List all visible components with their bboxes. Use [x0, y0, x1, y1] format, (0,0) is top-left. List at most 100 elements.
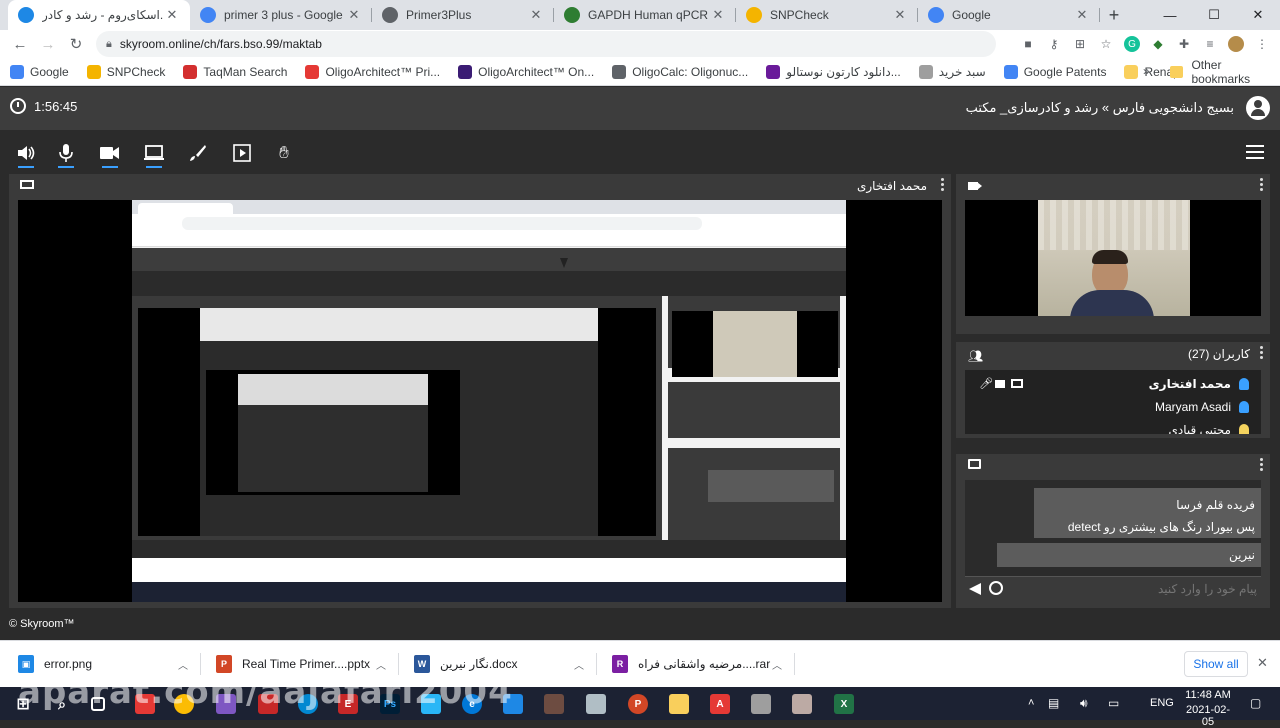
send-icon[interactable] [969, 583, 981, 595]
bookmark-item[interactable]: OligoCalc: Oligonuc... [612, 64, 748, 79]
powerpoint-taskbar-icon[interactable]: P [628, 694, 648, 714]
users-panel: 👥︎ کاربران (27) محمد افتخاری 🎤︎ Maryam Asa… [956, 342, 1270, 438]
network-icon[interactable]: ▤ [1048, 696, 1059, 710]
account-icon[interactable] [1246, 96, 1270, 120]
reading-list-icon[interactable]: ≡ [1202, 36, 1218, 52]
app-icon[interactable] [751, 694, 771, 714]
users-panel-menu-icon[interactable] [1260, 346, 1264, 361]
bookmark-item[interactable]: Google Patents [1003, 64, 1106, 79]
nested-tabstrip [132, 200, 846, 214]
user-row[interactable]: محمد افتخاری 🎤︎ [965, 374, 1261, 396]
close-tab-icon[interactable]: ✕ [710, 7, 726, 23]
download-item[interactable]: R مرضیه واشقانی فراه....rar ︿ [612, 641, 782, 687]
user-row[interactable]: مجتبی قبادی [965, 420, 1261, 434]
close-downloads-icon[interactable]: ✕ [1257, 655, 1268, 671]
bookmark-item[interactable]: OligoArchitect™ On... [458, 64, 594, 79]
bookmark-item[interactable]: OligoArchitect™ Pri... [305, 64, 440, 79]
skyroom-copyright: © Skyroom™ [9, 618, 75, 630]
key-icon[interactable]: ⚷ [1046, 36, 1062, 52]
bookmark-item[interactable]: TaqMan Search [183, 64, 287, 79]
brush-icon[interactable] [187, 142, 209, 164]
user-camera-icon[interactable] [995, 380, 1005, 388]
user-row[interactable]: Maryam Asadi [965, 397, 1261, 419]
browser-tab[interactable]: primer 3 plus - Google Search✕ [190, 0, 372, 30]
snpcheck-icon [86, 64, 101, 79]
grammarly-icon[interactable]: G [1124, 36, 1140, 52]
user-screen-icon[interactable] [1011, 379, 1023, 388]
screen-panel-header: محمد افتخاری [9, 174, 951, 196]
extension-leaf-icon[interactable]: ◆ [1150, 36, 1166, 52]
menu-icon[interactable] [1246, 145, 1264, 163]
camera-icon[interactable] [99, 142, 121, 168]
user-mic-icon[interactable]: 🎤︎ [979, 377, 993, 390]
chevron-up-icon[interactable]: ︿ [574, 657, 584, 672]
screen-panel-menu-icon[interactable] [941, 178, 945, 193]
translate-icon[interactable]: ⊞ [1072, 36, 1088, 52]
minimize-button[interactable]: — [1148, 0, 1192, 30]
reload-icon[interactable]: ↻ [62, 35, 90, 53]
new-tab-button[interactable]: + [1100, 0, 1128, 30]
speaker-icon[interactable] [15, 142, 37, 168]
chat-input[interactable] [1009, 579, 1257, 599]
chevron-up-icon[interactable]: ︿ [376, 657, 386, 672]
app-icon[interactable] [544, 694, 564, 714]
close-tab-icon[interactable]: ✕ [1074, 7, 1090, 23]
camera-panel-header [956, 174, 1270, 196]
bookmark-item[interactable]: دانلود کارتون نوستالو... [766, 64, 901, 79]
tray-chevron-icon[interactable]: ˄ [1028, 697, 1034, 709]
bookmark-item[interactable]: SNPCheck [86, 64, 165, 79]
browser-tab[interactable]: GAPDH Human qPCR Primer✕ [554, 0, 736, 30]
browser-tab[interactable]: اسکای‌روم - رشد و کادر...✕ [8, 0, 190, 30]
address-bar[interactable]: 🔒︎ skyroom.online/ch/fars.bso.99/maktab [96, 31, 996, 57]
close-tab-icon[interactable]: ✕ [528, 7, 544, 23]
maximize-button[interactable]: ☐ [1192, 0, 1236, 30]
bookmarks-more-button[interactable]: » [1143, 64, 1150, 78]
volume-icon[interactable]: 🔊︎ [1080, 696, 1088, 711]
puzzle-icon[interactable]: ✚ [1176, 36, 1192, 52]
forward-icon[interactable]: → [34, 36, 62, 53]
merck-icon [458, 64, 473, 79]
monitor-icon [20, 180, 34, 189]
browser-tab[interactable]: SNPCheck ✕ [736, 0, 918, 30]
bookmark-item[interactable]: سبد خرید [918, 64, 986, 79]
notifications-icon[interactable]: ▢ [1250, 696, 1261, 710]
star-icon[interactable]: ☆ [1098, 36, 1114, 52]
bookmarks-bar: Google SNPCheck TaqMan Search OligoArchitec… [0, 58, 1280, 86]
media-play-icon[interactable] [231, 142, 253, 164]
nested-app-header [132, 248, 846, 271]
raise-hand-icon[interactable]: ✋︎ [273, 142, 295, 164]
menu-dots-icon[interactable]: ⋮ [1254, 36, 1270, 52]
screen-share-icon[interactable] [143, 142, 165, 168]
show-all-button[interactable]: Show all [1184, 651, 1248, 677]
close-window-button[interactable]: ✕ [1236, 0, 1280, 30]
file-explorer-icon[interactable] [669, 694, 689, 714]
nested-footer [132, 540, 846, 558]
nested-omnibox [182, 217, 702, 230]
battery-icon[interactable]: ▭ [1108, 696, 1119, 710]
chat-message: نیرین [997, 543, 1261, 567]
chat-panel-menu-icon[interactable] [1260, 458, 1264, 473]
microphone-icon[interactable] [55, 142, 77, 168]
browser-tab[interactable]: Google ✕ [918, 0, 1100, 30]
profile-avatar[interactable] [1228, 36, 1244, 52]
close-tab-icon[interactable]: ✕ [346, 7, 362, 23]
oligocalc-icon [612, 64, 627, 79]
acrobat-icon[interactable]: A [710, 694, 730, 714]
chevron-up-icon[interactable]: ︿ [178, 657, 188, 672]
camera-blocked-icon[interactable]: ■ [1020, 36, 1036, 52]
app-icon[interactable] [586, 694, 606, 714]
other-bookmarks[interactable]: Other bookmarks [1170, 58, 1280, 86]
back-icon[interactable]: ← [6, 36, 34, 53]
app-icon[interactable] [792, 694, 812, 714]
close-tab-icon[interactable]: ✕ [892, 7, 908, 23]
camera-panel-menu-icon[interactable] [1260, 178, 1264, 193]
close-tab-icon[interactable]: ✕ [164, 7, 180, 23]
user-avatar-icon [1239, 401, 1249, 413]
excel-icon[interactable]: X [834, 694, 854, 714]
language-indicator[interactable]: ENG [1150, 697, 1174, 709]
chat-messages: فریده قلم فرسا پس بیوراد رنگ های بیشتری … [965, 480, 1261, 576]
bookmark-item[interactable]: Google [10, 64, 69, 79]
browser-tab[interactable]: Primer3Plus ✕ [372, 0, 554, 30]
emoji-icon[interactable] [989, 581, 1003, 595]
chevron-up-icon[interactable]: ︿ [772, 657, 782, 672]
